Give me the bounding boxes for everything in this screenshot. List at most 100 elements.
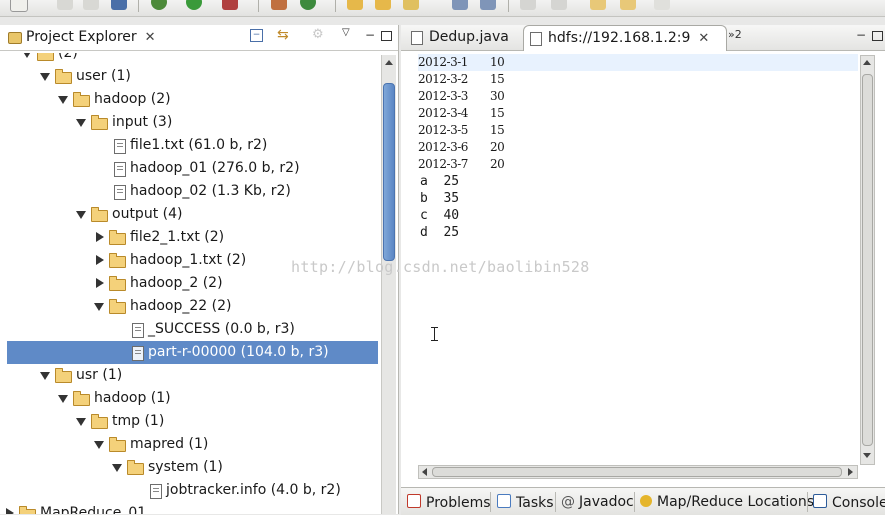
filter-disabled-icon[interactable]: ⚙ <box>312 27 324 42</box>
editor-vertical-scrollbar[interactable] <box>860 55 875 465</box>
tree-folder-item[interactable]: hadoop (2) <box>0 88 378 111</box>
tab-project-explorer[interactable]: Project Explorer ✕ <box>2 25 176 50</box>
expand-arrow-open-icon[interactable] <box>40 372 50 380</box>
editor-line: b 35 <box>420 191 460 206</box>
new-class-icon[interactable] <box>300 0 316 10</box>
scroll-down-icon[interactable] <box>863 453 871 458</box>
forward-icon[interactable] <box>620 0 636 10</box>
explorer-scroll-thumb[interactable] <box>383 83 395 261</box>
tree-folder-item[interactable]: tmp (1) <box>0 410 378 433</box>
open-type-icon[interactable] <box>347 0 363 10</box>
expand-arrow-open-icon[interactable] <box>76 211 86 219</box>
main-toolbar <box>0 0 885 17</box>
minimize-icon[interactable]: − <box>856 28 866 42</box>
more-tabs-label[interactable]: »2 <box>728 28 742 41</box>
prev-annotation-icon[interactable] <box>551 0 567 10</box>
javadoc-icon: @ <box>561 494 575 510</box>
expand-arrow-closed-icon[interactable] <box>6 508 14 514</box>
task-icon[interactable] <box>452 0 468 10</box>
tree-file-item[interactable]: jobtracker.info (4.0 b, r2) <box>0 479 378 502</box>
expand-arrow-open-icon[interactable] <box>58 96 68 104</box>
expand-arrow-open-icon[interactable] <box>22 53 32 58</box>
folder-icon <box>91 115 108 130</box>
save-all-icon[interactable] <box>83 0 99 10</box>
external-tools-icon[interactable] <box>222 0 238 10</box>
tree-folder-item[interactable]: output (4) <box>0 203 378 226</box>
tab-tasks[interactable]: Tasks <box>497 494 554 511</box>
tree-folder-item[interactable]: usr (1) <box>0 364 378 387</box>
tree-folder-item[interactable]: mapred (1) <box>0 433 378 456</box>
expand-arrow-open-icon[interactable] <box>40 73 50 81</box>
view-menu-icon[interactable]: ▽ <box>342 27 350 38</box>
tab-dedup-java[interactable]: Dedup.java <box>405 25 521 49</box>
tree-item-label: hadoop (2) <box>94 91 171 107</box>
folder-icon <box>109 299 126 314</box>
forward-disabled-icon[interactable] <box>654 0 670 10</box>
tree-folder-item[interactable]: user (1) <box>0 65 378 88</box>
tree-file-item[interactable]: hadoop_01 (276.0 b, r2) <box>0 157 378 180</box>
maximize-icon[interactable] <box>381 31 392 41</box>
new-icon[interactable] <box>10 0 28 12</box>
folder-icon <box>55 368 72 383</box>
expand-arrow-open-icon[interactable] <box>94 441 104 449</box>
print-icon[interactable] <box>111 0 127 10</box>
expand-arrow-open-icon[interactable] <box>76 418 86 426</box>
new-java-project-icon[interactable] <box>271 0 287 10</box>
scroll-right-icon[interactable] <box>848 468 853 476</box>
scroll-up-icon[interactable] <box>863 60 871 65</box>
close-icon[interactable]: ✕ <box>698 27 709 51</box>
editor-hscroll-thumb[interactable] <box>432 467 842 477</box>
folder-icon <box>91 207 108 222</box>
minimize-icon[interactable]: − <box>365 28 375 42</box>
tree-folder-item[interactable]: hadoop_22 (2) <box>0 295 378 318</box>
scroll-left-icon[interactable] <box>422 468 427 476</box>
link-with-editor-icon[interactable]: ⇆ <box>277 27 289 43</box>
tab-map-reduce-locations[interactable]: Map/Reduce Locations <box>640 494 814 510</box>
file-icon <box>132 346 144 361</box>
next-annotation-icon[interactable] <box>520 0 536 10</box>
tree-folder-item[interactable]: (2) <box>0 53 378 65</box>
editor-line: 2012-3-4 15 <box>418 105 858 122</box>
close-icon[interactable]: ✕ <box>145 26 156 50</box>
folder-icon <box>37 53 54 61</box>
tree-folder-item[interactable]: input (3) <box>0 111 378 134</box>
bookmark-icon[interactable] <box>480 0 496 10</box>
tree-file-item[interactable]: _SUCCESS (0.0 b, r3) <box>0 318 378 341</box>
tree-folder-item[interactable]: file2_1.txt (2) <box>0 226 378 249</box>
save-icon[interactable] <box>57 0 73 10</box>
run-icon[interactable] <box>186 0 202 10</box>
expand-arrow-open-icon[interactable] <box>94 303 104 311</box>
tab-problems[interactable]: Problems <box>407 494 491 511</box>
expand-arrow-closed-icon[interactable] <box>96 232 104 242</box>
maximize-icon[interactable] <box>872 31 883 41</box>
editor-area: Dedup.java hdfs://192.168.1.2:9 ✕ »2 − 20… <box>401 25 885 487</box>
expand-arrow-open-icon[interactable] <box>76 119 86 127</box>
file-icon <box>114 162 126 177</box>
collapse-all-icon[interactable]: − <box>250 29 263 42</box>
tree-file-item[interactable]: hadoop_02 (1.3 Kb, r2) <box>0 180 378 203</box>
folder-icon <box>109 437 126 452</box>
tree-folder-item[interactable]: system (1) <box>0 456 378 479</box>
tab-hdfs-file[interactable]: hdfs://192.168.1.2:9 ✕ <box>523 25 727 51</box>
explorer-scrollbar[interactable] <box>381 55 396 514</box>
folder-icon <box>73 92 90 107</box>
tree-folder-item[interactable]: hadoop (1) <box>0 387 378 410</box>
expand-arrow-closed-icon[interactable] <box>96 278 104 288</box>
tab-javadoc[interactable]: @ Javadoc <box>561 494 634 510</box>
back-icon[interactable] <box>590 0 606 10</box>
pen-icon[interactable] <box>403 0 419 10</box>
editor-scroll-thumb[interactable] <box>862 74 873 446</box>
tab-console[interactable]: Console <box>813 494 885 511</box>
editor-horizontal-scrollbar[interactable] <box>418 465 858 479</box>
tree-folder-item[interactable]: MapReduce_01 <box>0 502 378 514</box>
open-folder-icon[interactable] <box>375 0 391 10</box>
line-date: 2012-3-1 <box>418 55 468 69</box>
tree-file-item[interactable]: file1.txt (61.0 b, r2) <box>0 134 378 157</box>
tree-file-item[interactable]: part-r-00000 (104.0 b, r3) <box>7 341 378 364</box>
expand-arrow-open-icon[interactable] <box>112 464 122 472</box>
expand-arrow-open-icon[interactable] <box>58 395 68 403</box>
debug-icon[interactable] <box>151 0 167 10</box>
expand-arrow-closed-icon[interactable] <box>96 255 104 265</box>
scroll-up-icon[interactable] <box>385 60 393 65</box>
java-file-icon <box>411 31 423 45</box>
